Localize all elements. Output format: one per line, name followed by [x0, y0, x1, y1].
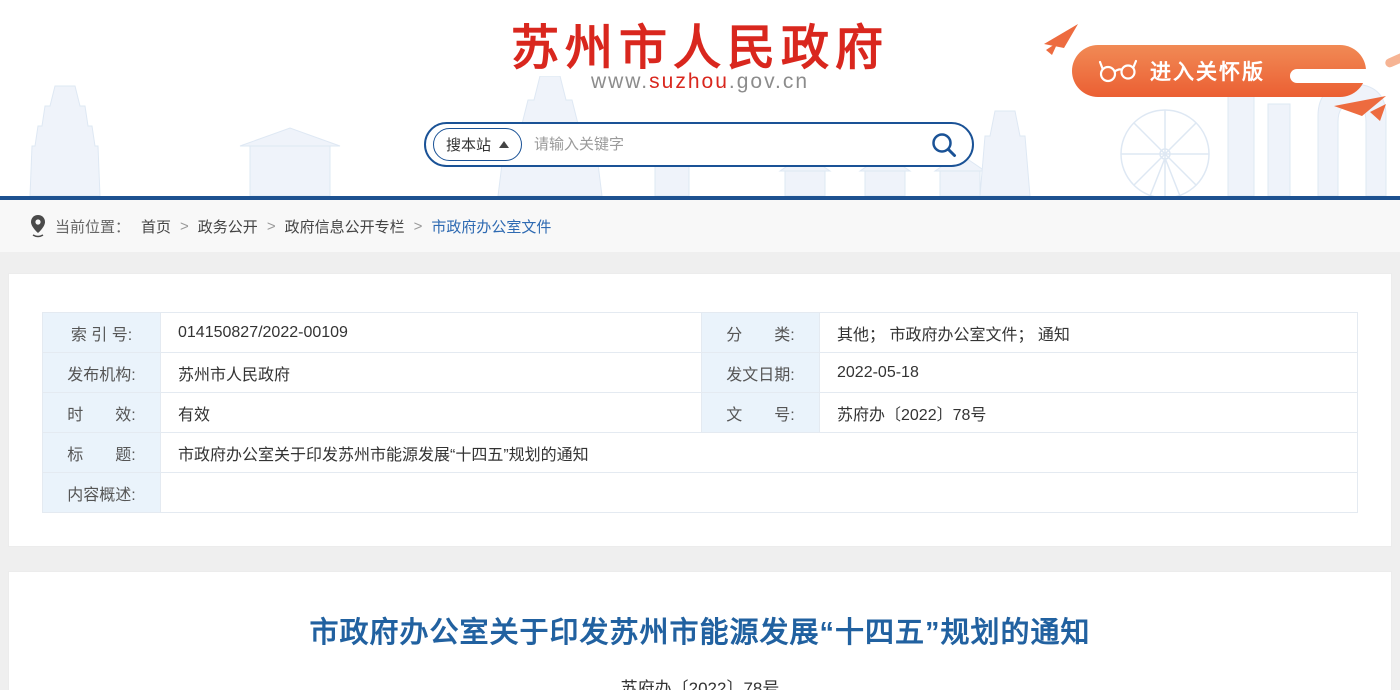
meta-row-validity-number: 时 效: 有效 文 号: 苏府办〔2022〕78号: [43, 393, 1358, 433]
paper-plane-icon: [1334, 96, 1394, 122]
breadcrumb-label: 当前位置：: [55, 216, 130, 237]
meta-row-agency-date: 发布机构: 苏州市人民政府 发文日期: 2022-05-18: [43, 353, 1358, 393]
location-pin-icon: [30, 214, 46, 238]
meta-value-validity: 有效: [161, 393, 702, 433]
breadcrumb-separator: >: [267, 218, 276, 235]
breadcrumb: 当前位置： 首页 > 政务公开 > 政府信息公开专栏 > 市政府办公室文件: [0, 200, 1400, 252]
document-title: 市政府办公室关于印发苏州市能源发展“十四五”规划的通知: [9, 609, 1391, 651]
meta-row-title: 标 题: 市政府办公室关于印发苏州市能源发展“十四五”规划的通知: [43, 433, 1358, 473]
care-button-slot-decoration: [1290, 69, 1400, 83]
search-icon[interactable]: [930, 131, 958, 159]
meta-row-index-category: 索 引 号: 014150827/2022-00109 分 类: 其他； 市政府…: [43, 313, 1358, 353]
site-header: 苏州市人民政府 www.suzhou.gov.cn 搜本站 进入关怀版: [0, 0, 1400, 196]
care-button-label: 进入关怀版: [1150, 56, 1265, 86]
search-scope-label: 搜本站: [446, 134, 491, 155]
search-bar: 搜本站: [424, 122, 974, 167]
meta-label-index: 索 引 号:: [43, 313, 161, 353]
site-url-suffix: .gov.cn: [729, 70, 809, 93]
meta-value-doc-number: 苏府办〔2022〕78号: [820, 393, 1358, 433]
meta-value-category: 其他； 市政府办公室文件； 通知: [820, 313, 1358, 353]
search-input[interactable]: [534, 130, 920, 160]
meta-value-summary: [161, 473, 1358, 513]
site-url-highlight: suzhou: [649, 70, 729, 93]
meta-label-agency: 发布机构:: [43, 353, 161, 393]
meta-label-summary: 内容概述:: [43, 473, 161, 513]
document-card: 市政府办公室关于印发苏州市能源发展“十四五”规划的通知 苏府办〔2022〕78号: [8, 571, 1392, 690]
meta-label-validity: 时 效:: [43, 393, 161, 433]
chevron-up-icon: [499, 141, 509, 148]
meta-label-doc-number: 文 号:: [702, 393, 820, 433]
breadcrumb-item-disclosure-column[interactable]: 政府信息公开专栏: [285, 216, 405, 237]
breadcrumb-separator: >: [180, 218, 189, 235]
breadcrumb-item-home[interactable]: 首页: [141, 216, 171, 237]
breadcrumb-item-current[interactable]: 市政府办公室文件: [431, 216, 551, 237]
meta-value-index: 014150827/2022-00109: [161, 313, 702, 353]
document-number: 苏府办〔2022〕78号: [9, 674, 1391, 690]
meta-value-agency: 苏州市人民政府: [161, 353, 702, 393]
site-url-prefix: www.: [591, 70, 649, 93]
meta-value-issue-date: 2022-05-18: [820, 353, 1358, 393]
paper-plane-icon: [1042, 22, 1080, 56]
meta-label-title: 标 题:: [43, 433, 161, 473]
document-meta-table: 索 引 号: 014150827/2022-00109 分 类: 其他； 市政府…: [42, 312, 1358, 513]
meta-label-category: 分 类:: [702, 313, 820, 353]
glasses-icon: [1098, 58, 1138, 84]
meta-label-issue-date: 发文日期:: [702, 353, 820, 393]
breadcrumb-item-govinfo[interactable]: 政务公开: [198, 216, 258, 237]
document-meta-card: 索 引 号: 014150827/2022-00109 分 类: 其他； 市政府…: [8, 273, 1392, 547]
search-scope-dropdown[interactable]: 搜本站: [433, 128, 522, 161]
meta-row-summary: 内容概述:: [43, 473, 1358, 513]
meta-value-title: 市政府办公室关于印发苏州市能源发展“十四五”规划的通知: [161, 433, 1358, 473]
breadcrumb-separator: >: [414, 218, 423, 235]
